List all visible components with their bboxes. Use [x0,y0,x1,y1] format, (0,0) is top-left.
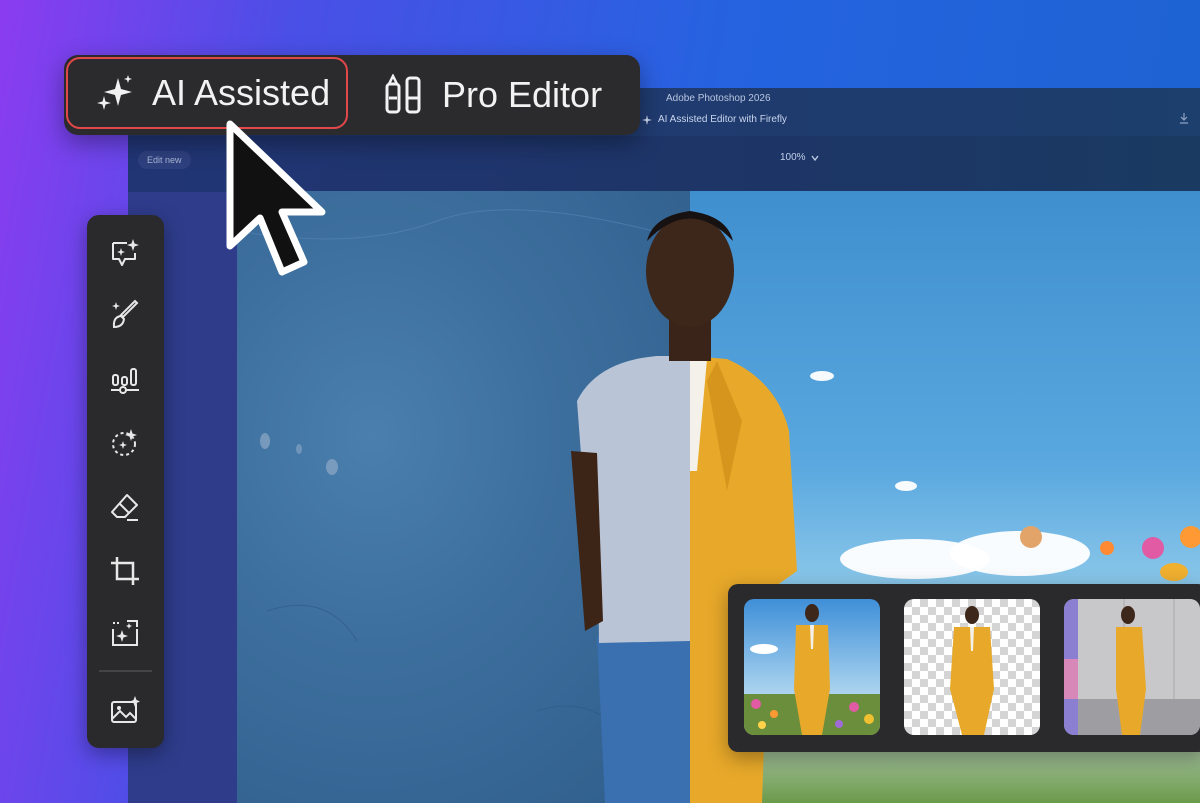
crop-icon [111,557,139,585]
flower [1100,541,1114,555]
thumbnail-image [904,599,1040,735]
zoom-select[interactable]: 100% [780,152,820,163]
brush-sparkle-icon [112,299,139,329]
sparkle-icon [97,75,132,110]
flower [1142,537,1164,559]
brush-tool[interactable] [106,296,144,334]
thumbnail-image [1064,599,1200,735]
variation-thumbnail-flower-field[interactable] [744,599,880,735]
document-tab-label: AI Assisted Editor with Firefly [658,114,787,125]
toolbar-divider [99,670,152,672]
sparkle-icon [642,114,652,125]
eraser-icon [111,494,138,521]
flower [1020,526,1042,548]
edit-new-button[interactable]: Edit new [138,151,191,169]
variation-thumbnail-concrete-room[interactable] [1064,599,1200,735]
ai-assisted-label: AI Assisted [152,72,331,113]
variations-panel [728,584,1200,752]
brush-pencil-icon [385,74,421,114]
select-subject-tool[interactable] [106,424,144,462]
zoom-value: 100% [780,152,806,163]
pro-editor-mode-button[interactable]: Pro Editor [382,59,602,131]
chat-sparkle-icon [112,239,139,266]
image-generate-tool[interactable] [106,692,144,730]
document-tab[interactable]: AI Assisted Editor with Firefly [642,114,787,125]
flower [1180,526,1200,548]
eraser-tool[interactable] [106,488,144,526]
mouse-pointer-icon [226,120,326,276]
lasso-sparkle-icon [112,429,137,456]
crop-tool[interactable] [106,552,144,590]
expand-sparkle-icon [112,620,138,646]
app-title: Adobe Photoshop 2026 [666,93,771,104]
generative-expand-tool[interactable] [106,614,144,652]
mode-switcher: AI Assisted Pro Editor [64,55,640,135]
download-icon[interactable] [1178,112,1190,124]
flower [1160,563,1188,581]
sliders-icon [111,368,139,394]
image-sparkle-icon [111,696,140,723]
pro-editor-label: Pro Editor [442,74,603,115]
generative-chat-tool[interactable] [106,234,144,272]
thumbnail-image [744,599,880,735]
adjustments-tool[interactable] [106,360,144,398]
chevron-down-icon [811,155,819,161]
cloud [895,481,917,491]
tool-bar [87,215,164,748]
variation-thumbnail-transparent[interactable] [904,599,1040,735]
